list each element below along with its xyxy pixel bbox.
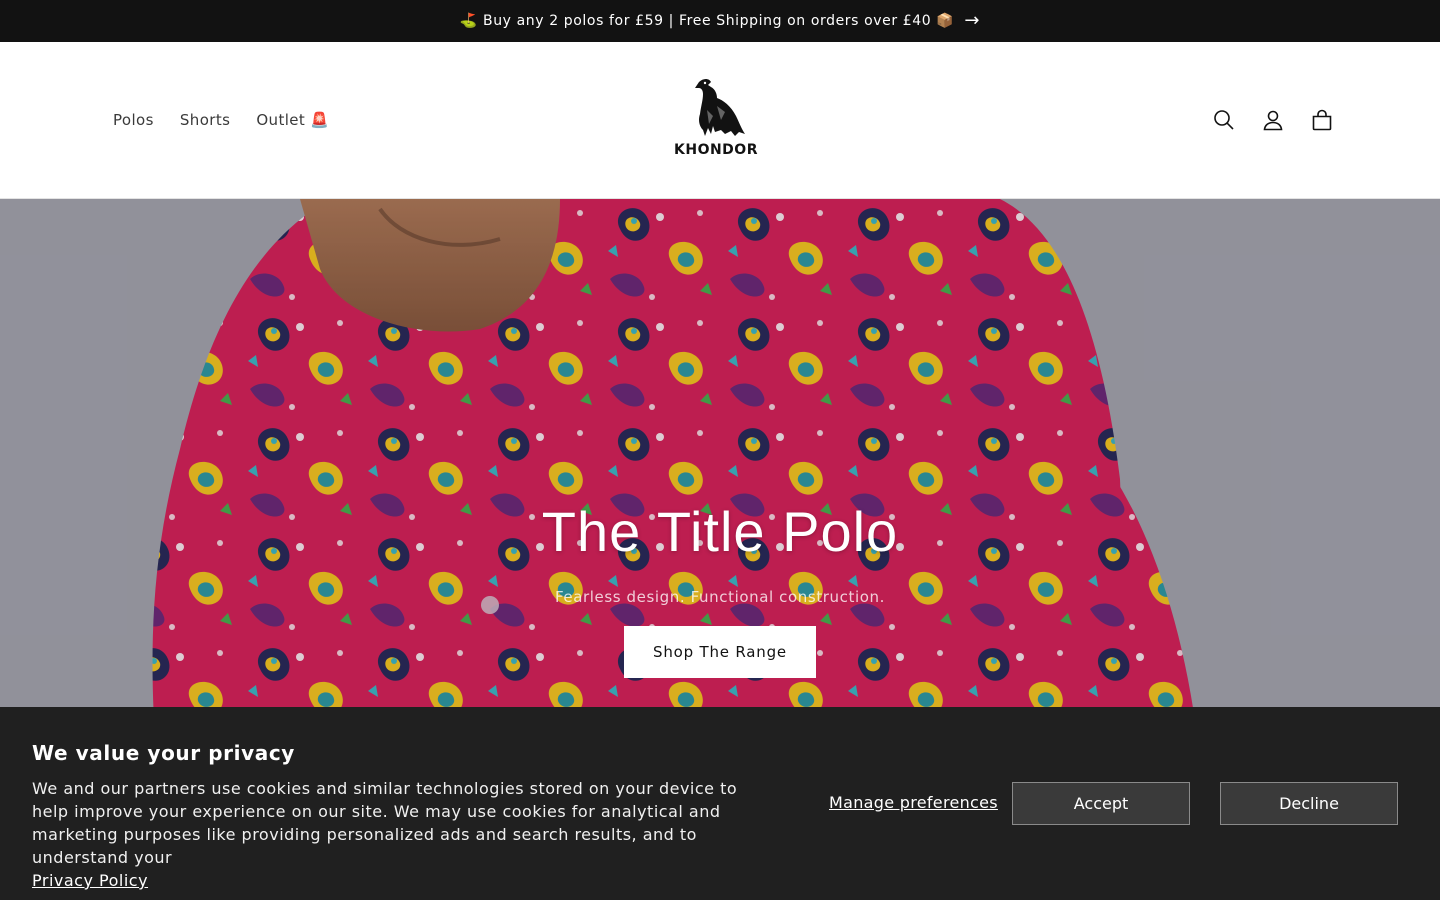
decline-button[interactable]: Decline (1220, 782, 1398, 825)
privacy-policy-link[interactable]: Privacy Policy (32, 871, 148, 890)
arrow-right-icon[interactable]: → (964, 12, 980, 30)
cookie-banner-body: We and our partners use cookies and simi… (32, 779, 738, 867)
cookie-banner-title: We value your privacy (32, 741, 295, 765)
announcement-text: ⛳ Buy any 2 polos for £59 | Free Shippin… (459, 13, 955, 29)
hero-subtitle: Fearless design. Functional construction… (554, 588, 886, 606)
nav-item-polos[interactable]: Polos (100, 103, 167, 137)
cart-icon[interactable] (1304, 102, 1340, 138)
accept-button[interactable]: Accept (1012, 782, 1190, 825)
manage-preferences-link[interactable]: Manage preferences (829, 793, 998, 812)
nav-item-outlet[interactable]: Outlet 🚨 (243, 103, 342, 137)
cookie-consent-banner: We value your privacy We and our partner… (0, 707, 1440, 900)
header-icons (1206, 42, 1340, 198)
cookie-banner-text: We and our partners use cookies and simi… (32, 777, 772, 892)
search-icon[interactable] (1206, 102, 1242, 138)
account-icon[interactable] (1255, 102, 1291, 138)
shop-the-range-button[interactable]: Shop The Range (624, 626, 816, 678)
nav-item-shorts[interactable]: Shorts (167, 103, 243, 137)
announcement-bar[interactable]: ⛳ Buy any 2 polos for £59 | Free Shippin… (0, 0, 1440, 42)
site-header: Polos Shorts Outlet 🚨 KHONDOR (0, 42, 1440, 199)
site-logo[interactable]: KHONDOR (670, 76, 762, 166)
logo-wordmark: KHONDOR (674, 142, 758, 158)
hero-title: The Title Polo (541, 500, 899, 563)
condor-logo-icon (695, 79, 745, 136)
main-nav: Polos Shorts Outlet 🚨 (100, 42, 342, 198)
hero-content: The Title Polo Fearless design. Function… (0, 499, 1440, 678)
